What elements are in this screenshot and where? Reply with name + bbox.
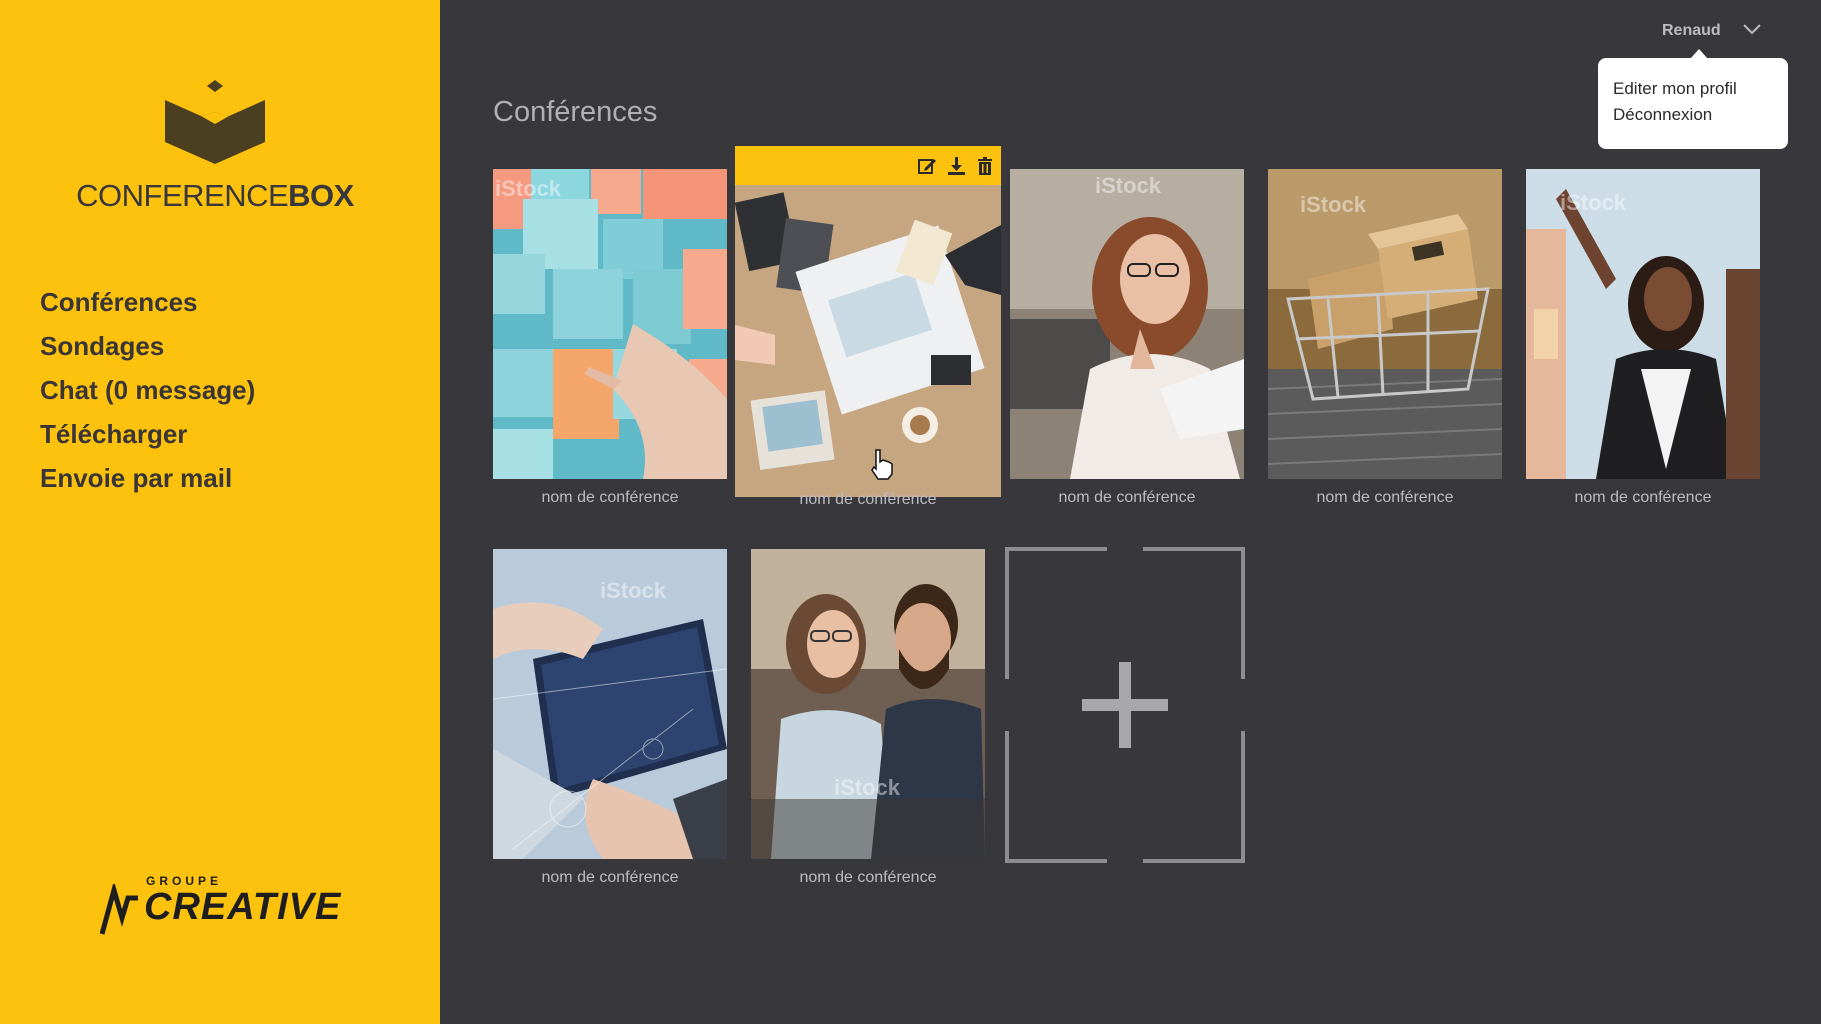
box-logo-icon bbox=[165, 80, 265, 164]
logo-wordmark: CONFERENCEBOX bbox=[0, 178, 430, 214]
logout-link[interactable]: Déconnexion bbox=[1613, 102, 1788, 128]
conference-name: nom de conférence bbox=[799, 869, 937, 886]
conference-thumbnail[interactable] bbox=[493, 169, 727, 479]
conference-name: nom de conférence bbox=[799, 491, 937, 508]
logo-text-light: CONFERENCE bbox=[76, 178, 289, 213]
page-title: Conférences bbox=[493, 96, 658, 128]
brand-name: CREATIVE bbox=[144, 886, 342, 928]
groupe-creative-logo: GROUPE CREATIVE bbox=[100, 874, 340, 935]
watermark: iStock bbox=[1560, 190, 1627, 215]
card-toolbar bbox=[735, 146, 1001, 185]
hand-cursor-icon bbox=[871, 449, 893, 480]
conference-name: nom de conférence bbox=[541, 869, 679, 886]
user-menu-name[interactable]: Renaud bbox=[1662, 22, 1721, 40]
sidebar-item-sondages[interactable]: Sondages bbox=[40, 326, 255, 370]
sidebar-item-chat[interactable]: Chat (0 message) bbox=[40, 370, 255, 414]
download-icon[interactable] bbox=[946, 156, 966, 176]
add-conference-button[interactable] bbox=[1005, 547, 1245, 863]
sidebar-item-conferences[interactable]: Conférences bbox=[40, 282, 255, 326]
user-dropdown-menu: Editer mon profil Déconnexion bbox=[1598, 49, 1788, 149]
sidebar-nav: Conférences Sondages Chat (0 message) Té… bbox=[40, 282, 255, 502]
edit-icon[interactable] bbox=[917, 156, 937, 176]
sidebar: CONFERENCEBOX Conférences Sondages Chat … bbox=[0, 0, 440, 1024]
conference-thumbnail[interactable] bbox=[751, 549, 985, 859]
conference-thumbnail[interactable] bbox=[735, 185, 1001, 497]
conference-name: nom de conférence bbox=[1316, 489, 1454, 506]
conference-thumbnail[interactable] bbox=[1010, 169, 1244, 479]
watermark: iStock bbox=[834, 775, 901, 800]
chevron-down-icon[interactable] bbox=[1742, 22, 1762, 36]
watermark: iStock bbox=[1300, 192, 1367, 217]
sidebar-item-telecharger[interactable]: Télécharger bbox=[40, 414, 255, 458]
watermark: iStock bbox=[600, 578, 667, 603]
sidebar-item-envoie-mail[interactable]: Envoie par mail bbox=[40, 458, 255, 502]
conference-name: nom de conférence bbox=[541, 489, 679, 506]
watermark: iStock bbox=[1095, 173, 1162, 198]
trash-icon[interactable] bbox=[975, 156, 995, 176]
conference-name: nom de conférence bbox=[1058, 489, 1196, 506]
creative-mark-icon bbox=[100, 884, 138, 935]
logo-text-bold: BOX bbox=[288, 178, 354, 213]
watermark: iStock bbox=[495, 176, 562, 201]
edit-profile-link[interactable]: Editer mon profil bbox=[1613, 76, 1788, 102]
conference-name: nom de conférence bbox=[1574, 489, 1712, 506]
